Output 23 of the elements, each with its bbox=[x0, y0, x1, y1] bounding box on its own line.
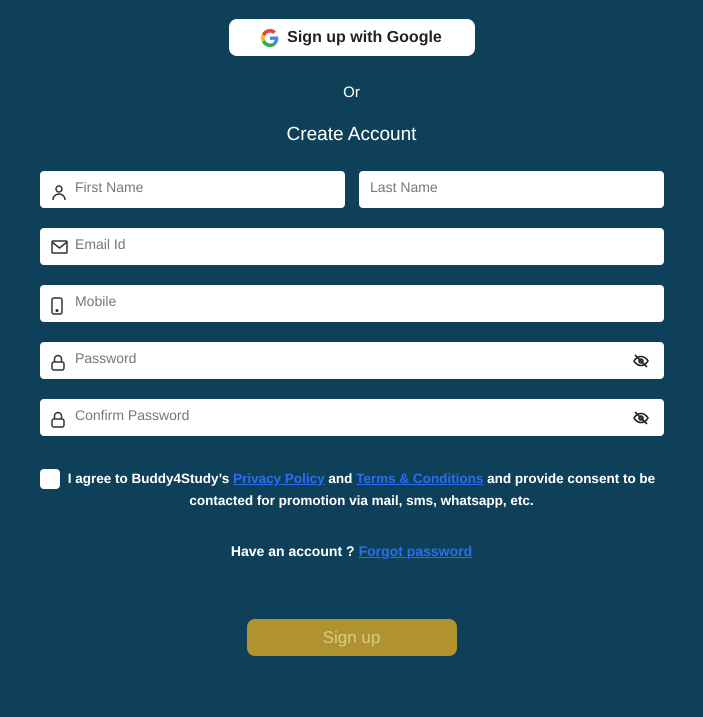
input-field[interactable]: Email Id bbox=[40, 228, 664, 265]
account-prompt: Have an account ? bbox=[230, 542, 355, 561]
forgot-password-link[interactable]: Forgot password bbox=[358, 541, 472, 562]
hidden-eye-icon[interactable] bbox=[633, 354, 649, 368]
input-field[interactable]: Mobile bbox=[40, 285, 664, 322]
create-account-heading: Create Account bbox=[286, 122, 416, 146]
consent-checkbox[interactable] bbox=[40, 469, 60, 489]
input-field[interactable]: Password bbox=[40, 342, 664, 379]
person-icon bbox=[51, 183, 67, 201]
google-icon bbox=[261, 28, 280, 46]
mail-icon bbox=[51, 240, 68, 254]
policy-link[interactable]: Terms & Conditions bbox=[356, 471, 484, 486]
input-field[interactable]: Confirm Password bbox=[40, 399, 664, 436]
lock-icon bbox=[51, 354, 65, 371]
phone-icon bbox=[51, 297, 63, 315]
consent-text: I agree to Buddy4Study’s Privacy Policy and Terms & Conditions and provide consent to be contacted for promotion via mail, sms, whatsapp, etc. bbox=[66, 470, 656, 510]
google-signup-button[interactable]: Sign up with Google bbox=[228, 19, 474, 56]
input-field[interactable]: Last Name bbox=[359, 171, 664, 208]
policy-link[interactable]: Privacy Policy bbox=[233, 471, 325, 486]
hidden-eye-icon[interactable] bbox=[633, 411, 649, 425]
lock-icon bbox=[51, 411, 65, 428]
input-field[interactable]: First Name bbox=[40, 171, 345, 208]
or-text: Or bbox=[343, 83, 360, 103]
